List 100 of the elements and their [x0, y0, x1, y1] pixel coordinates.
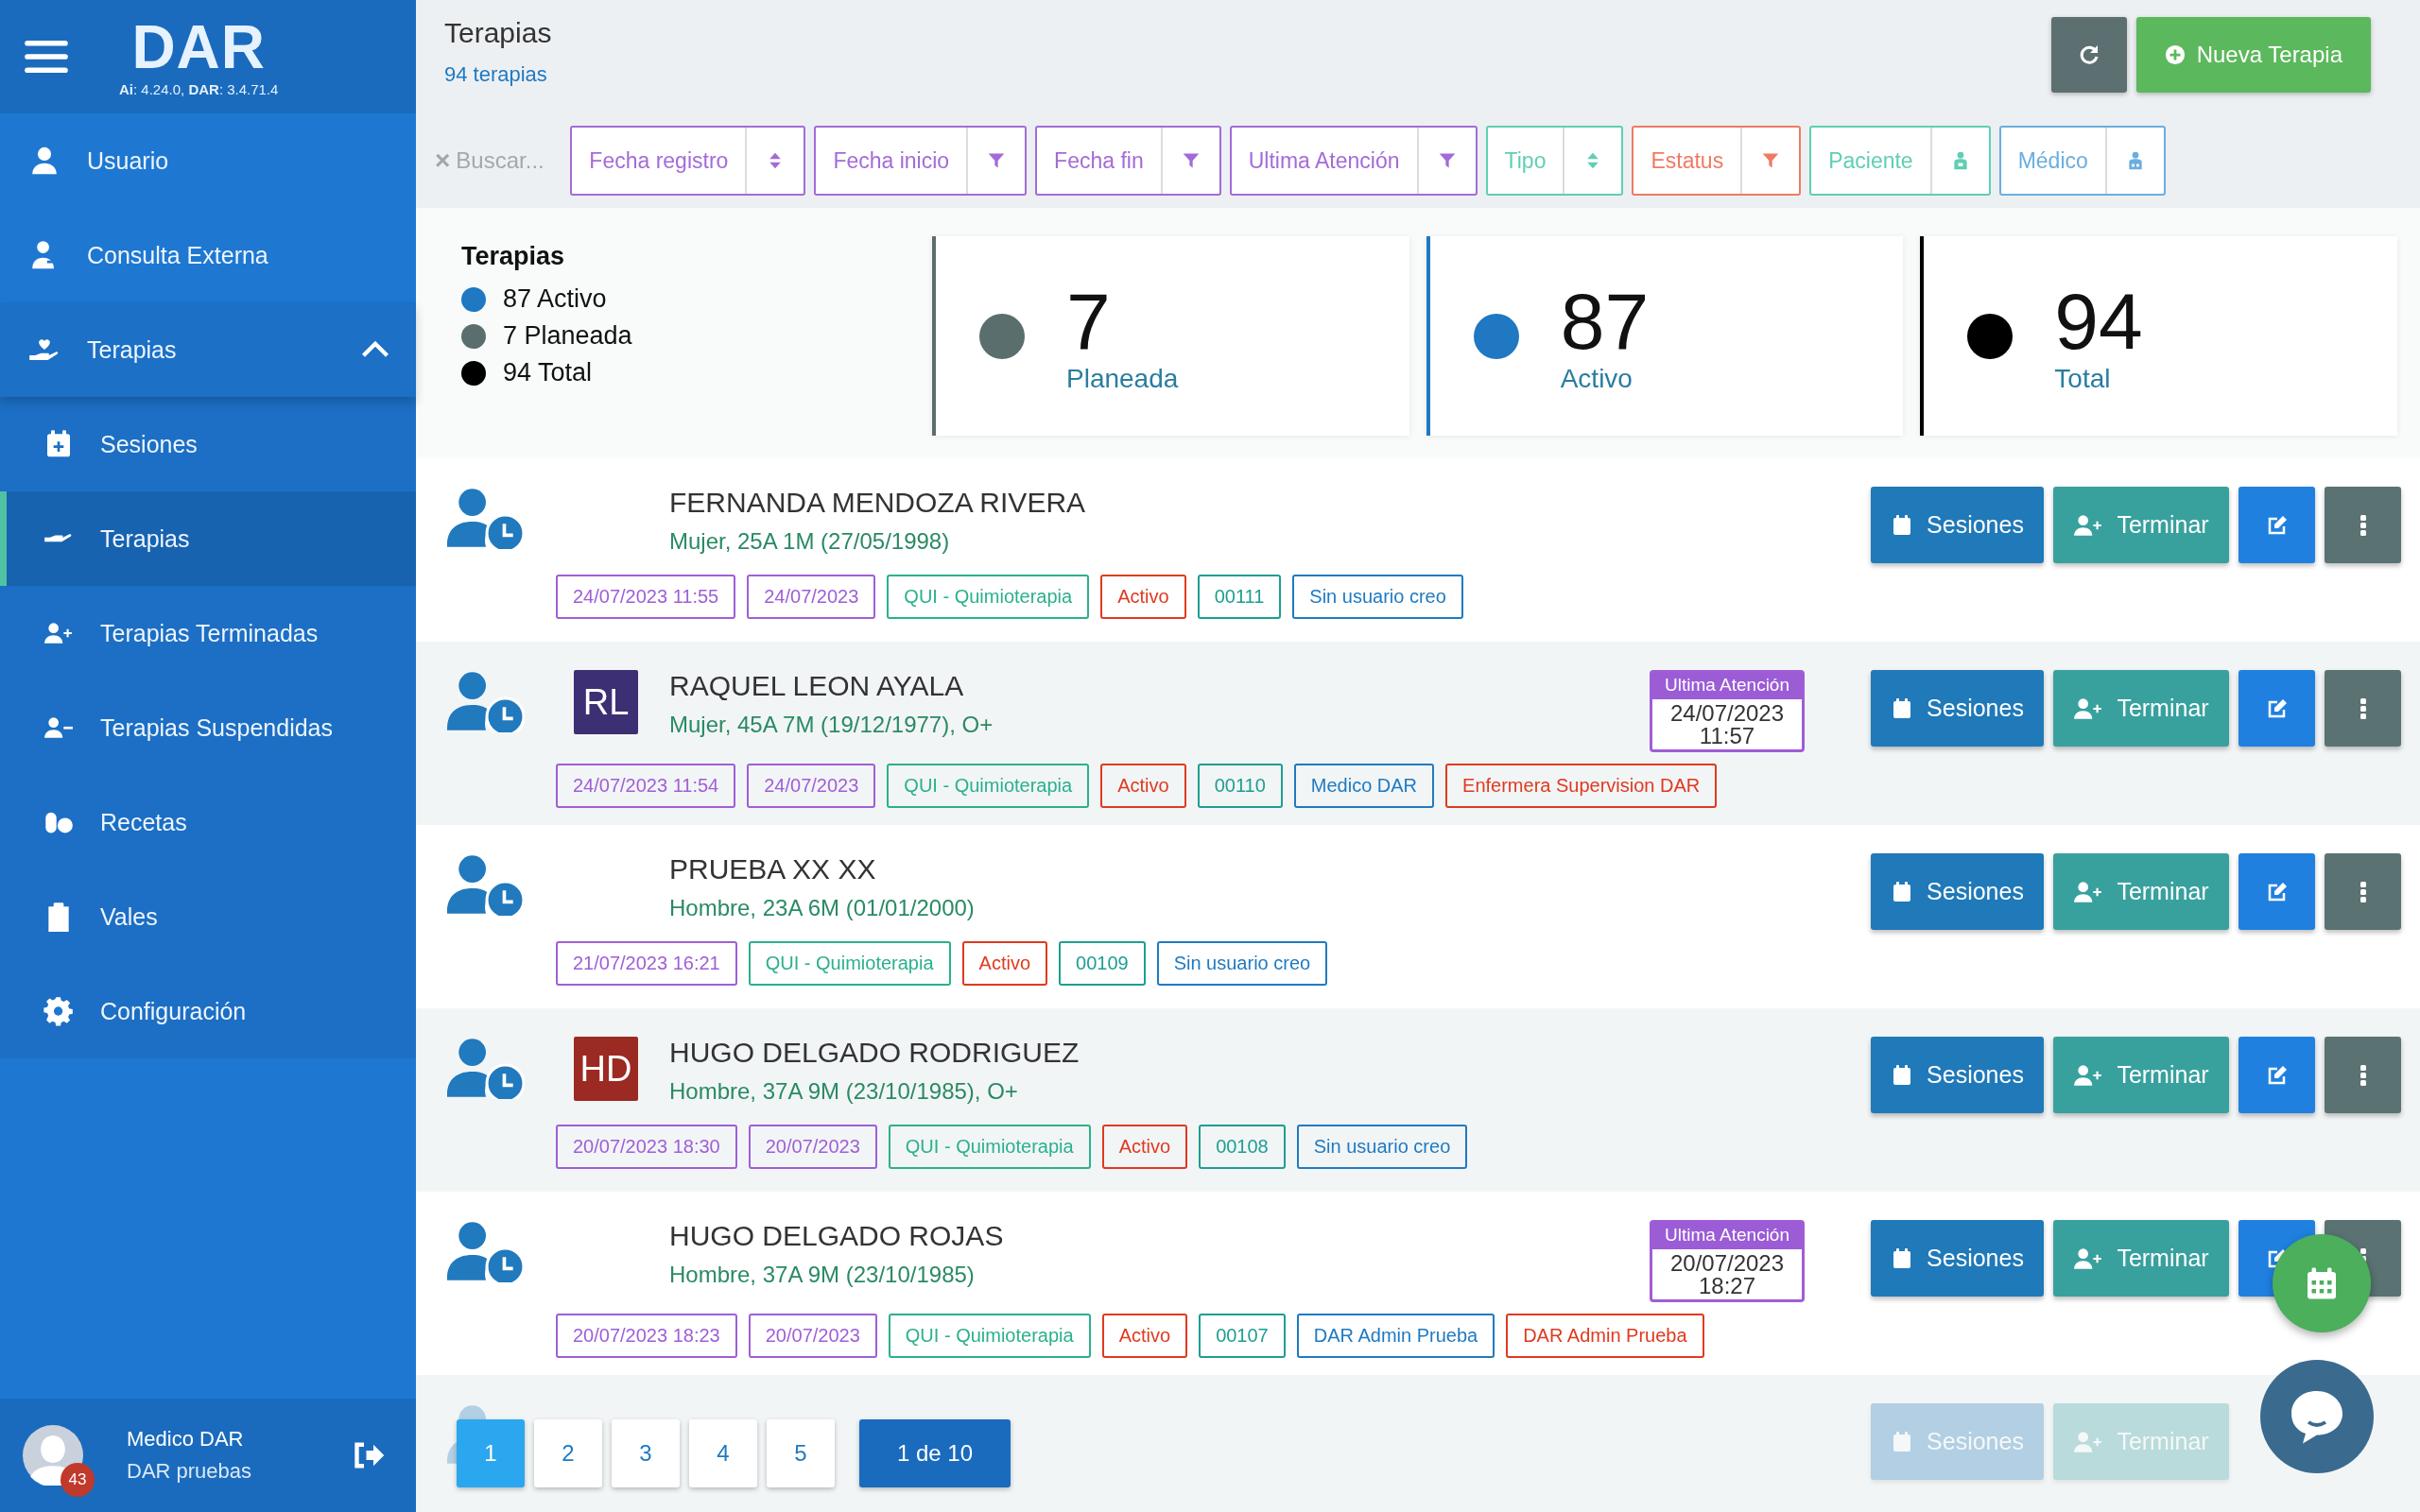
finish-button[interactable]: Terminar	[2053, 1220, 2229, 1297]
tag: 20/07/2023 18:30	[556, 1125, 737, 1169]
sessions-button[interactable]: Sesiones	[1871, 853, 2044, 930]
filter-control[interactable]: Fecha inicio	[814, 126, 1028, 196]
refresh-button[interactable]	[2050, 17, 2127, 93]
filter-control[interactable]: Estatus	[1632, 126, 1802, 196]
version-text: Ai: 4.24.0, DAR: 3.4.71.4	[119, 80, 279, 97]
user-clock-icon	[447, 1037, 525, 1099]
settings-icon	[43, 996, 74, 1026]
patient-name: HUGO DELGADO RODRIGUEZ	[669, 1037, 1080, 1069]
tag: QUI - Quimioterapia	[888, 1314, 1091, 1358]
page-button[interactable]: 5	[767, 1419, 835, 1487]
tag: Activo	[1100, 575, 1186, 619]
tag: Sin usuario creo	[1156, 941, 1328, 986]
tag: Activo	[1100, 764, 1186, 808]
tag: Medico DAR	[1293, 764, 1435, 808]
patient-details: Hombre, 23A 6M (01/01/2000)	[669, 895, 976, 921]
more-icon	[2359, 696, 2367, 720]
sidebar-item[interactable]: Terapias Suspendidas	[0, 680, 416, 775]
page-button[interactable]: 4	[689, 1419, 757, 1487]
sessions-button[interactable]: Sesiones	[1871, 487, 2044, 563]
edit-button[interactable]	[2238, 853, 2315, 930]
tag: QUI - Quimioterapia	[887, 764, 1090, 808]
finish-button[interactable]: Terminar	[2053, 670, 2229, 747]
sidebar-item[interactable]: Configuración	[0, 964, 416, 1058]
tag: 24/07/2023	[747, 575, 876, 619]
stat-value: 87	[1560, 278, 1650, 364]
legend-label: 94 Total	[503, 358, 593, 387]
filter-control[interactable]: Fecha fin	[1035, 126, 1221, 196]
sessions-button[interactable]: Sesiones	[1871, 670, 2044, 747]
last-visit-date: 20/07/2023	[1669, 1252, 1785, 1275]
edit-button[interactable]	[2238, 670, 2315, 747]
legend-label: 87 Activo	[503, 284, 607, 314]
page-button[interactable]: 2	[534, 1419, 602, 1487]
calendar-icon	[2305, 1266, 2339, 1300]
filter-control[interactable]: Fecha registro	[570, 126, 806, 196]
tag: 24/07/2023 11:54	[556, 764, 736, 808]
filter-control[interactable]: Ultima Atención	[1229, 126, 1478, 196]
sidebar-item[interactable]: Terapias	[0, 491, 416, 586]
patient-name: HUGO DELGADO ROJAS	[669, 1220, 1005, 1252]
filter-control[interactable]: Médico	[1998, 126, 2166, 196]
user-clock-icon	[447, 1220, 525, 1282]
user-role: DAR pruebas	[127, 1459, 252, 1484]
user-plus-icon	[2073, 696, 2104, 721]
calendar-button[interactable]	[2273, 1234, 2371, 1332]
tag: 21/07/2023 16:21	[556, 941, 737, 986]
search-field[interactable]: Buscar...	[454, 146, 562, 175]
sessions-button[interactable]: Sesiones	[1871, 1220, 2044, 1297]
sidebar-item[interactable]: Usuario	[0, 113, 416, 208]
tag: 00110	[1197, 764, 1283, 808]
patient-details: Mujer, 45A 7M (19/12/1977), O+	[669, 712, 994, 738]
tag: Activo	[961, 941, 1047, 986]
tag: DAR Admin Prueba	[1506, 1314, 1704, 1358]
menu-icon	[25, 39, 68, 75]
finish-button[interactable]: Terminar	[2053, 1037, 2229, 1113]
sidebar-item[interactable]: Sesiones	[0, 397, 416, 491]
sessions-button[interactable]: Sesiones	[1871, 1037, 2044, 1113]
sidebar-item[interactable]: Terapias Terminadas	[0, 586, 416, 680]
tag: Activo	[1101, 1314, 1188, 1358]
clear-icon[interactable]: ×	[435, 146, 451, 176]
edit-button[interactable]	[2238, 1037, 2315, 1113]
user-plus-icon	[2073, 1062, 2104, 1088]
app-logo: DAR	[131, 16, 267, 77]
tag: Activo	[1101, 1125, 1188, 1169]
tag: 00111	[1197, 575, 1282, 619]
finish-button[interactable]: Terminar	[2053, 487, 2229, 563]
logout-button[interactable]	[352, 1441, 386, 1469]
tag: DAR Admin Prueba	[1296, 1314, 1495, 1358]
tag: 20/07/2023	[748, 1125, 877, 1169]
tag: Enfermera Supervision DAR	[1445, 764, 1718, 808]
therapy-count-link[interactable]: 94 terapias	[444, 62, 552, 87]
sidebar-item[interactable]: Vales	[0, 869, 416, 964]
user-clock-icon	[447, 670, 525, 732]
tag: QUI - Quimioterapia	[887, 575, 1090, 619]
last-visit-time: 11:57	[1699, 725, 1755, 747]
patient-name: FERNANDA MENDOZA RIVERA	[669, 487, 1087, 519]
last-visit-date: 24/07/2023	[1669, 702, 1785, 725]
tag: QUI - Quimioterapia	[888, 1125, 1091, 1169]
stat-value: 94	[2054, 278, 2143, 364]
tag: Sin usuario creo	[1296, 1125, 1468, 1169]
finish-button[interactable]: Terminar	[2053, 853, 2229, 930]
stat-label: Total	[2054, 363, 2112, 394]
edit-button[interactable]	[2238, 487, 2315, 563]
stat-label: Activo	[1560, 363, 1634, 394]
notification-badge: 43	[60, 1463, 95, 1497]
new-therapy-button[interactable]: Nueva Terapia	[2135, 17, 2371, 93]
sidebar-item[interactable]: Consulta Externa	[0, 208, 416, 302]
chevron-up-icon	[361, 340, 389, 359]
page-title: Terapias	[444, 17, 552, 49]
page-button[interactable]: 1	[457, 1419, 525, 1487]
page-button[interactable]: 3	[612, 1419, 680, 1487]
tag: Sin usuario creo	[1292, 575, 1463, 619]
plus-circle-icon	[2164, 44, 2186, 65]
sidebar-item[interactable]: Recetas	[0, 775, 416, 869]
user-plus-icon	[2073, 1429, 2104, 1454]
menu-button[interactable]	[25, 38, 70, 76]
patient-details: Mujer, 25A 1M (27/05/1998)	[669, 528, 951, 555]
sidebar-item[interactable]: Terapias	[0, 302, 416, 397]
tag: 00107	[1199, 1314, 1286, 1358]
last-visit-time: 18:27	[1698, 1275, 1756, 1297]
